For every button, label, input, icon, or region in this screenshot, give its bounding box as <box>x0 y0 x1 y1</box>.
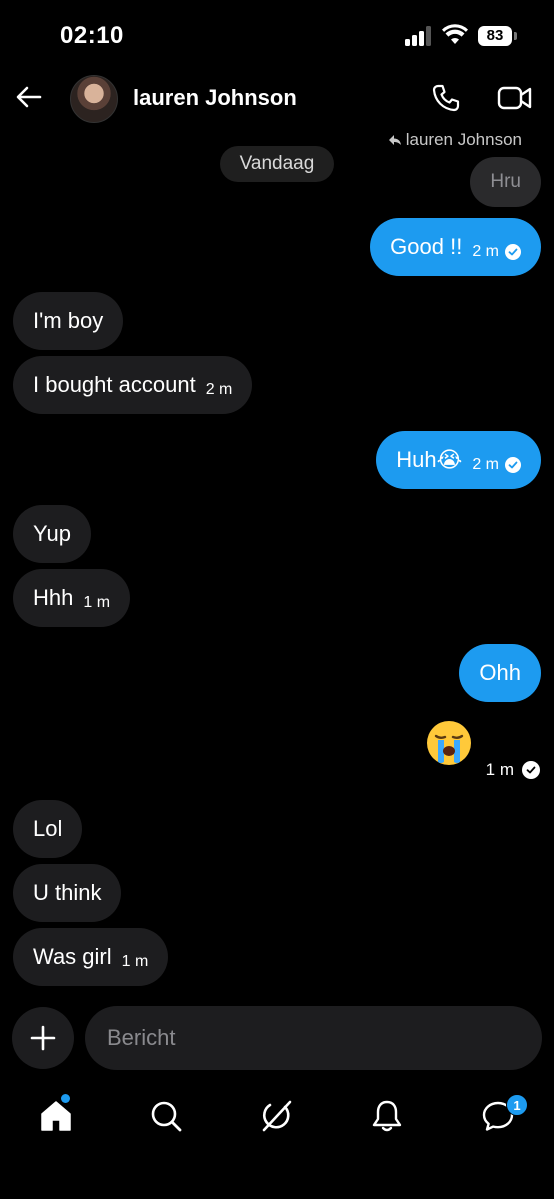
phone-icon[interactable] <box>430 82 462 114</box>
message-meta: 1 m <box>122 953 149 971</box>
message-text: Yup <box>33 521 71 546</box>
message-incoming[interactable]: U think <box>13 864 122 922</box>
date-separator: Vandaag <box>220 146 334 182</box>
message-time: 2 m <box>472 456 499 473</box>
message-incoming[interactable]: Lol <box>13 800 83 858</box>
message-outgoing[interactable]: Huh😭 2 m <box>376 431 541 489</box>
read-check-icon <box>522 761 540 779</box>
message-time: 2 m <box>205 381 233 398</box>
message-time: 1 m <box>121 953 149 970</box>
message-input[interactable] <box>85 1006 542 1070</box>
message-incoming[interactable]: Yup <box>13 505 91 563</box>
message-text: I'm boy <box>33 308 104 333</box>
message-time: 1 m <box>485 760 514 779</box>
back-arrow-icon[interactable] <box>14 82 44 112</box>
reply-arrow-icon <box>388 135 401 145</box>
message-meta: 2 m <box>472 456 521 474</box>
message-time: 1 m <box>83 594 111 611</box>
grok-icon[interactable] <box>258 1098 294 1134</box>
message-meta: 2 m <box>472 243 521 261</box>
message-text: Was girl <box>33 944 112 969</box>
signal-icon <box>405 26 433 46</box>
quoted-message[interactable]: Hru <box>470 157 541 207</box>
message-incoming[interactable]: I'm boy <box>13 292 124 350</box>
reply-reference-name: lauren Johnson <box>405 130 522 149</box>
add-attachment-button[interactable] <box>12 1007 74 1069</box>
read-check-icon <box>505 457 521 473</box>
message-meta: 1 m <box>486 760 540 780</box>
message-time: 2 m <box>472 243 499 260</box>
crying-emoji-icon[interactable] <box>424 718 474 768</box>
message-text: Lol <box>33 816 63 841</box>
message-outgoing[interactable]: Good !! 2 m <box>370 218 541 276</box>
reply-reference: lauren Johnson <box>388 130 522 150</box>
message-text: Ohh <box>479 660 521 685</box>
message-text: Hhh <box>33 585 74 610</box>
messages-badge: 1 <box>506 1094 528 1116</box>
contact-name[interactable]: lauren Johnson <box>133 85 297 111</box>
message-text: I bought account <box>33 372 196 397</box>
message-incoming[interactable]: Was girl 1 m <box>13 928 169 986</box>
quoted-message-text: Hru <box>490 171 521 192</box>
video-call-icon[interactable] <box>497 82 533 114</box>
notifications-icon[interactable] <box>369 1098 405 1134</box>
message-text: Huh😭 <box>396 447 463 472</box>
search-icon[interactable] <box>148 1098 184 1134</box>
message-text: U think <box>33 880 102 905</box>
message-incoming[interactable]: I bought account 2 m <box>13 356 253 414</box>
message-text: Good !! <box>390 234 463 259</box>
message-outgoing[interactable]: Ohh <box>459 644 541 702</box>
status-time: 02:10 <box>60 22 124 49</box>
message-meta: 2 m <box>206 381 233 399</box>
home-icon[interactable] <box>38 1098 74 1134</box>
message-meta: 1 m <box>83 594 110 612</box>
message-incoming[interactable]: Hhh 1 m <box>13 569 131 627</box>
avatar[interactable] <box>70 75 118 123</box>
battery-nub <box>514 32 517 40</box>
home-unread-dot <box>61 1094 70 1103</box>
wifi-icon <box>442 24 468 44</box>
plus-icon <box>30 1025 56 1051</box>
battery-level: 83 <box>478 26 512 46</box>
read-check-icon <box>505 244 521 260</box>
